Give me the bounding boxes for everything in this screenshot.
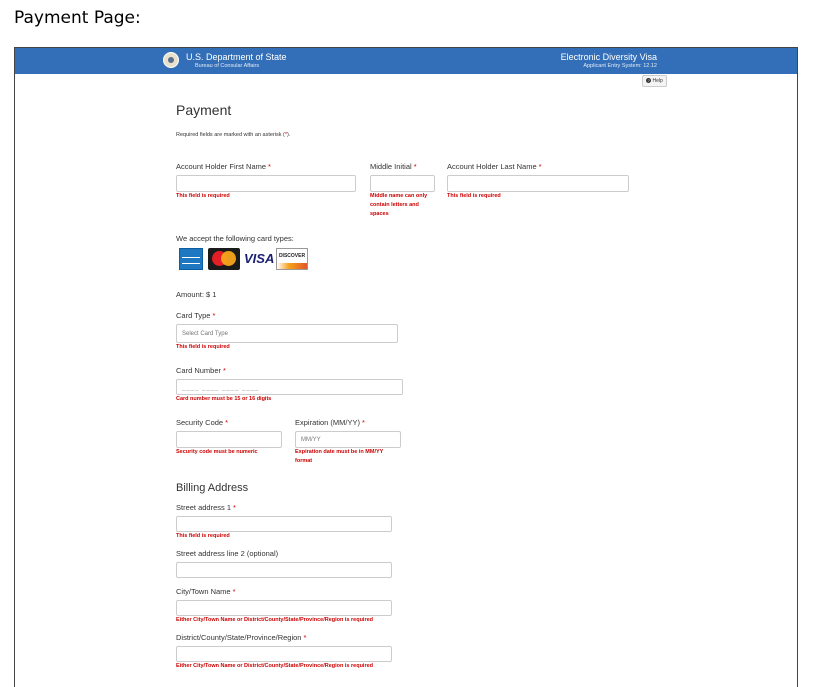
district-label: District/County/State/Province/Region * [176,633,307,642]
middle-initial-label: Middle Initial * [370,162,417,171]
security-code-error: Security code must be numeric [176,449,258,455]
expiration-input[interactable]: MM/YY [295,431,401,448]
site-header: U.S. Department of State Bureau of Consu… [15,48,797,74]
street2-input[interactable] [176,562,392,578]
amount-text: Amount: $ 1 [176,290,217,299]
last-name-input[interactable] [447,175,629,192]
last-name-label: Account Holder Last Name * [447,162,542,171]
card-number-label: Card Number * [176,366,226,375]
city-label: City/Town Name * [176,587,236,596]
department-seal-icon [163,52,179,68]
discover-card-icon: DISCOVER [276,248,308,270]
street1-input[interactable] [176,516,392,532]
help-button[interactable]: ? Help [642,75,667,87]
street1-error: This field is required [176,533,230,539]
street2-label: Street address line 2 (optional) [176,549,279,558]
visa-card-icon: VISA [244,251,275,266]
required-note: Required fields are marked with an aster… [176,132,291,138]
card-types-intro: We accept the following card types: [176,234,294,243]
city-input[interactable] [176,600,392,616]
page-caption: Payment Page: [14,8,141,28]
help-label: Help [652,78,663,84]
security-code-label: Security Code * [176,418,229,427]
page-title: Payment [176,102,232,118]
street1-label: Street address 1 * [176,503,236,512]
card-number-error: Card number must be 15 or 16 digits [176,396,272,402]
mastercard-icon [208,248,240,270]
first-name-label: Account Holder First Name * [176,162,271,171]
bureau-name: Bureau of Consular Affairs [195,63,260,69]
first-name-input[interactable] [176,175,356,192]
city-error: Either City/Town Name or District/County… [176,617,374,623]
expiration-error: Expiration date must be in MM/YY format [295,449,384,464]
card-type-select[interactable]: Select Card Type [176,324,398,343]
browser-frame: U.S. Department of State Bureau of Consu… [14,47,798,687]
expiration-label: Expiration (MM/YY) * [295,418,365,427]
department-name: U.S. Department of State [186,52,287,62]
security-code-input[interactable] [176,431,282,448]
card-type-error: This field is required [176,344,230,350]
help-icon: ? [646,78,652,84]
system-name: Electronic Diversity Visa [560,52,657,62]
system-version: Applicant Entry System: 12.12 [583,63,657,69]
billing-address-heading: Billing Address [176,482,249,494]
amex-card-icon [179,248,203,270]
last-name-error: This field is required [447,193,501,199]
middle-initial-input[interactable] [370,175,435,192]
district-input[interactable] [176,646,392,662]
card-number-input[interactable]: ____ ____ ____ ____ [176,379,403,395]
first-name-error: This field is required [176,193,230,199]
district-error: Either City/Town Name or District/County… [176,663,374,669]
middle-initial-error: Middle name can only contain letters and… [370,193,428,217]
card-type-label: Card Type * [176,311,216,320]
